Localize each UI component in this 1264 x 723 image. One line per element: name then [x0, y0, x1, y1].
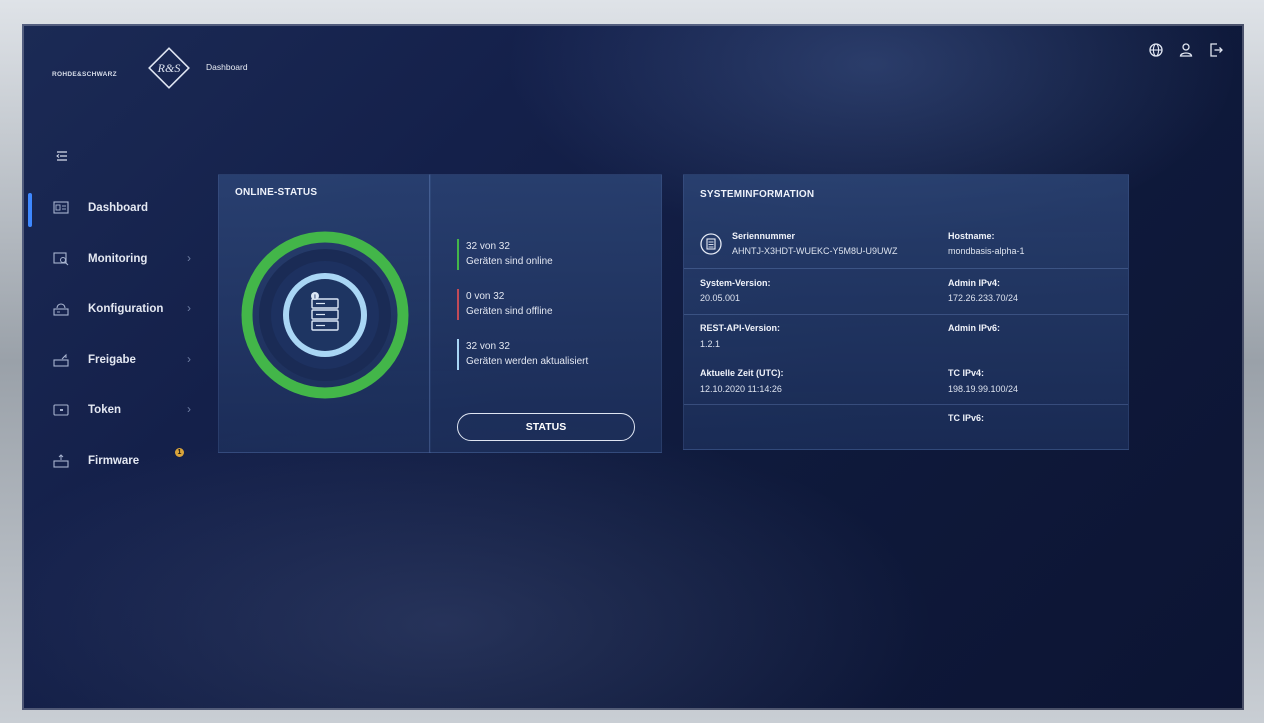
tc-ipv4-label: TC IPv4: — [948, 368, 985, 378]
system-version-label: System-Version: — [700, 278, 771, 288]
firmware-icon — [53, 454, 69, 468]
stat-count: 32 von 32 — [466, 341, 510, 352]
admin-ipv4-value: 172.26.233.70/24 — [948, 293, 1019, 303]
serial-label: Seriennummer — [732, 231, 796, 241]
brand-name: ROHDE&SCHWARZ — [52, 71, 117, 78]
chevron-right-icon: › — [187, 251, 191, 265]
top-icons — [1148, 42, 1224, 58]
time-value: 12.10.2020 11:14:26 — [700, 384, 782, 394]
rs-logo[interactable]: R&S — [147, 46, 191, 90]
sidebar-item-label: Firmware — [88, 455, 140, 467]
chevron-right-icon: › — [187, 301, 191, 315]
sidebar-item-firmware[interactable]: Firmware 1 — [22, 442, 212, 482]
divider — [684, 404, 1128, 405]
globe-icon[interactable] — [1148, 42, 1164, 58]
logout-icon[interactable] — [1208, 42, 1224, 58]
system-version-value: 20.05.001 — [700, 293, 741, 303]
stat-indicator-online — [457, 239, 459, 270]
tc-ipv4-value: 198.19.99.100/24 — [948, 384, 1019, 394]
admin-ipv4-label: Admin IPv4: — [948, 278, 1001, 288]
top-bar: ROHDE&SCHWARZ R&S Dashboard — [22, 24, 1244, 104]
sidebar-item-label: Token — [88, 404, 122, 416]
sidebar-item-label: Monitoring — [88, 253, 148, 265]
chevron-right-icon: › — [187, 402, 191, 416]
serial-value: AHNTJ-X3HDT-WUEKC-Y5M8U-U9UWZ — [732, 246, 898, 256]
document-icon — [700, 233, 722, 255]
stat-offline: 0 von 32 Geräten sind offline — [457, 289, 647, 320]
stat-online: 32 von 32 Geräten sind online — [457, 239, 647, 270]
stat-text: Geräten werden aktualisiert — [466, 356, 589, 367]
app-screen: ROHDE&SCHWARZ R&S Dashboard Dashboard Mo… — [22, 24, 1244, 710]
sidebar-item-konfiguration[interactable]: Konfiguration › — [22, 290, 212, 330]
stat-indicator-offline — [457, 289, 459, 320]
sidebar-item-token[interactable]: Token › — [22, 391, 212, 431]
router-icon — [53, 303, 69, 316]
breadcrumb[interactable]: Dashboard — [206, 62, 248, 72]
notification-badge: 1 — [175, 448, 184, 457]
online-status-title: ONLINE-STATUS — [235, 187, 318, 198]
stat-indicator-updating — [457, 339, 459, 370]
status-button[interactable]: STATUS — [457, 413, 635, 441]
user-icon[interactable] — [1178, 42, 1194, 58]
online-status-summary: 32 von 32 Geräten sind online 0 von 32 G… — [429, 174, 662, 453]
menu-collapse-icon[interactable] — [56, 150, 68, 162]
rest-api-label: REST-API-Version: — [700, 323, 781, 333]
share-icon — [53, 353, 69, 367]
token-icon — [53, 404, 69, 416]
rest-api-value: 1.2.1 — [700, 339, 721, 349]
hostname-label: Hostname: — [948, 231, 995, 241]
system-info-card: SYSTEMINFORMATION Seriennummer AHNTJ-X3H… — [683, 174, 1129, 450]
sidebar-item-monitoring[interactable]: Monitoring › — [22, 240, 212, 280]
time-label: Aktuelle Zeit (UTC): — [700, 368, 784, 378]
stat-text: Geräten sind offline — [466, 306, 553, 317]
divider — [684, 314, 1128, 315]
sidebar-item-freigabe[interactable]: Freigabe › — [22, 341, 212, 381]
hostname-value: mondbasis-alpha-1 — [948, 246, 1025, 256]
stat-count: 32 von 32 — [466, 241, 510, 252]
dashboard-icon — [53, 201, 69, 214]
online-status-card: ONLINE-STATUS i — [218, 174, 431, 453]
stat-updating: 32 von 32 Geräten werden aktualisiert — [457, 339, 647, 370]
divider — [684, 268, 1128, 269]
tc-ipv6-label: TC IPv6: — [948, 413, 985, 423]
sidebar-item-dashboard[interactable]: Dashboard — [22, 189, 212, 229]
svg-text:R&S: R&S — [157, 61, 181, 75]
sidebar-item-label: Dashboard — [88, 202, 149, 214]
stat-count: 0 von 32 — [466, 291, 505, 302]
sidebar-item-label: Freigabe — [88, 354, 136, 366]
online-status-ring: i — [241, 231, 409, 399]
stat-text: Geräten sind online — [466, 256, 553, 267]
chevron-right-icon: › — [187, 352, 191, 366]
monitoring-icon — [53, 252, 69, 266]
system-info-title: SYSTEMINFORMATION — [700, 189, 815, 200]
admin-ipv6-label: Admin IPv6: — [948, 323, 1001, 333]
sidebar-item-label: Konfiguration — [88, 303, 164, 315]
